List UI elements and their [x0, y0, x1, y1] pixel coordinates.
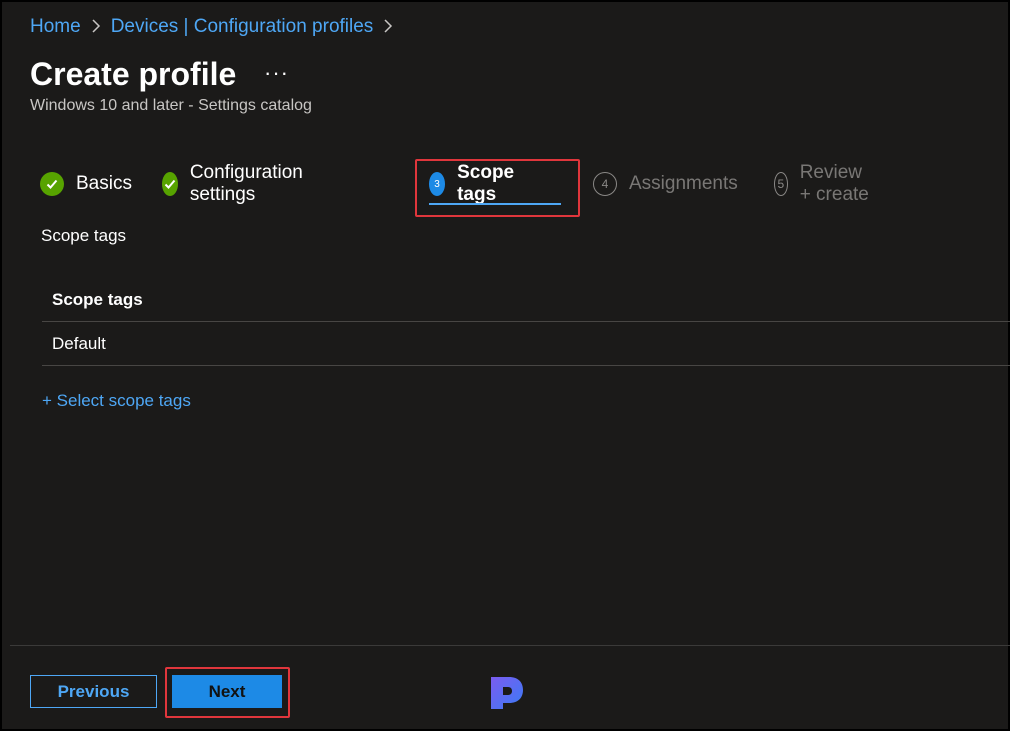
chevron-right-icon	[91, 17, 101, 38]
scope-tags-table: Scope tags Default	[42, 278, 1010, 366]
logo-p-icon	[487, 673, 527, 713]
section-label: Scope tags	[41, 226, 127, 245]
breadcrumb: Home Devices | Configuration profiles	[30, 16, 393, 38]
chevron-right-icon	[383, 17, 393, 38]
select-scope-tags-link[interactable]: + Select scope tags	[42, 391, 191, 411]
breadcrumb-home[interactable]: Home	[30, 16, 81, 38]
window-frame: Home Devices | Configuration profiles Cr…	[0, 0, 1010, 731]
more-options-button[interactable]: ···	[264, 60, 289, 86]
check-circle-icon	[40, 172, 64, 196]
tab-basics[interactable]: Basics	[40, 166, 132, 202]
previous-button[interactable]: Previous	[30, 675, 157, 708]
breadcrumb-configuration-profiles[interactable]: Devices | Configuration profiles	[111, 16, 374, 38]
table-header: Scope tags	[42, 278, 1010, 322]
step-label: Assignments	[629, 173, 738, 194]
page-title: Create profile	[30, 56, 237, 92]
highlight-box-scope-tags	[415, 159, 580, 217]
page-subtitle: Windows 10 and later - Settings catalog	[30, 97, 312, 114]
table-row[interactable]: Default	[42, 322, 1010, 366]
step-label: Review + create	[799, 162, 869, 205]
tab-assignments[interactable]: 4 Assignments	[593, 166, 738, 202]
tab-review-create[interactable]: 5 Review + create	[774, 162, 872, 205]
footer-divider	[10, 645, 1010, 646]
highlight-box-next	[165, 667, 290, 718]
step-number-icon: 5	[774, 172, 788, 196]
check-circle-icon	[162, 172, 178, 196]
step-label: Basics	[76, 173, 132, 194]
step-label: Configuration settings	[189, 162, 303, 205]
tab-configuration-settings[interactable]: Configuration settings	[162, 162, 311, 205]
step-number-icon: 4	[593, 172, 617, 196]
